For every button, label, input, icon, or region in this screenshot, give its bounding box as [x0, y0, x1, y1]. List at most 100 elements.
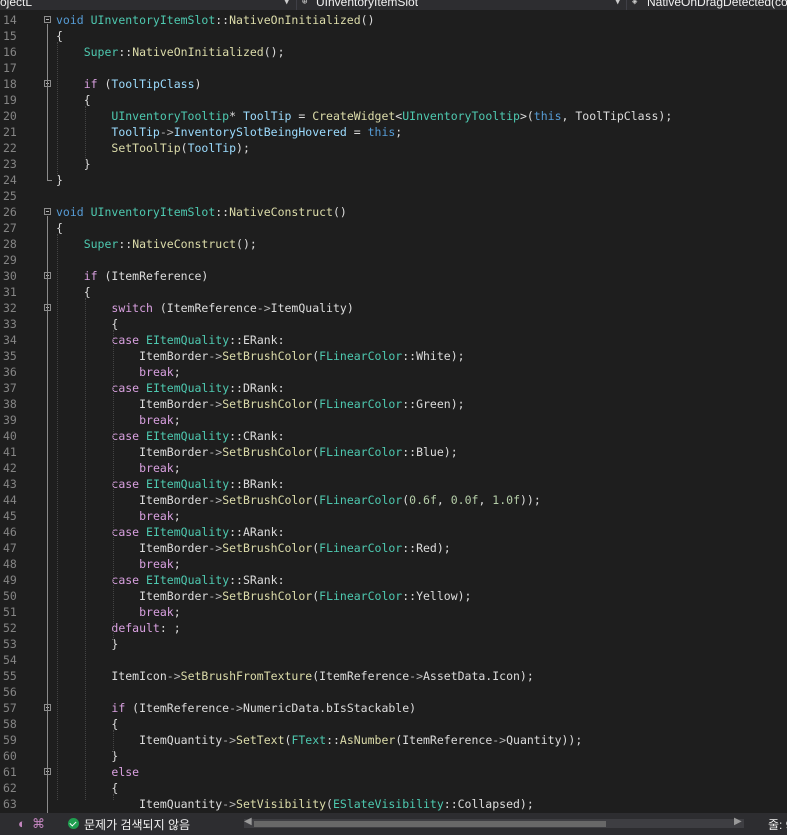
code-line[interactable]: 37 case EItemQuality::DRank:: [0, 380, 787, 396]
member-scope-dropdown[interactable]: NativeOnDragDetected(co: [647, 0, 787, 10]
code-line[interactable]: 21 ToolTip->InventorySlotBeingHovered = …: [0, 124, 787, 140]
code-line[interactable]: 49 case EItemQuality::SRank:: [0, 572, 787, 588]
code-line[interactable]: 47 ItemBorder->SetBrushColor(FLinearColo…: [0, 540, 787, 556]
line-number: 15: [3, 29, 17, 43]
chevron-down-icon[interactable]: ▼: [615, 0, 620, 7]
code-line[interactable]: 26 void UInventoryItemSlot::NativeConstru…: [0, 204, 787, 220]
code-line[interactable]: 25: [0, 188, 787, 204]
code-line[interactable]: 15{: [0, 28, 787, 44]
code-line[interactable]: 29: [0, 252, 787, 268]
code-line[interactable]: 63 ItemQuantity->SetVisibility(ESlateVis…: [0, 796, 787, 812]
code-text: ItemBorder->SetBrushColor(FLinearColor(0…: [56, 493, 541, 507]
code-line[interactable]: 20 UInventoryTooltip* ToolTip = CreateWi…: [0, 108, 787, 124]
git-icon[interactable]: ⌘: [32, 816, 45, 832]
code-line[interactable]: 35 ItemBorder->SetBrushColor(FLinearColo…: [0, 348, 787, 364]
scrollbar-thumb[interactable]: [254, 821, 606, 827]
code-line[interactable]: 55 ItemIcon->SetBrushFromTexture(ItemRef…: [0, 668, 787, 684]
code-line[interactable]: 57 if (ItemReference->NumericData.bIsSta…: [0, 700, 787, 716]
code-line[interactable]: 17: [0, 60, 787, 76]
code-line[interactable]: 31 {: [0, 284, 787, 300]
class-scope-dropdown[interactable]: UInventoryItemSlot: [316, 0, 418, 10]
issues-message[interactable]: 문제가 검색되지 않음: [84, 816, 190, 833]
code-line[interactable]: 48 break;: [0, 556, 787, 572]
code-text: case EItemQuality::ARank:: [111, 525, 285, 539]
code-line[interactable]: 36 break;: [0, 364, 787, 380]
indent-guide: [113, 730, 114, 752]
code-line[interactable]: 59 ItemQuantity->SetText(FText::AsNumber…: [0, 732, 787, 748]
code-text: ItemBorder->SetBrushColor(FLinearColor::…: [56, 397, 465, 411]
code-line[interactable]: 46 case EItemQuality::ARank:: [0, 524, 787, 540]
code-text: case EItemQuality::DRank:: [111, 381, 285, 395]
line-number: 50: [3, 589, 17, 603]
code-line[interactable]: 28 Super::NativeConstruct();: [0, 236, 787, 252]
line-number: 27: [3, 221, 17, 235]
scroll-left-arrow-icon[interactable]: ◀: [244, 816, 252, 827]
line-number: 35: [3, 349, 17, 363]
code-line[interactable]: 42 break;: [0, 460, 787, 476]
code-line[interactable]: 33 {: [0, 316, 787, 332]
code-text: if (ItemReference->NumericData.bIsStacka…: [111, 701, 417, 715]
code-line[interactable]: 39 break;: [0, 412, 787, 428]
code-line[interactable]: 38 ItemBorder->SetBrushColor(FLinearColo…: [0, 396, 787, 412]
code-line[interactable]: 14 void UInventoryItemSlot::NativeOnIniti…: [0, 12, 787, 28]
line-number: 54: [3, 653, 17, 667]
indent-guide: [85, 106, 86, 160]
code-line[interactable]: 54: [0, 652, 787, 668]
code-line[interactable]: 23 }: [0, 156, 787, 172]
code-text: void UInventoryItemSlot::NativeConstruct…: [56, 205, 347, 219]
intellicode-icon[interactable]: ◐: [18, 816, 26, 831]
chevron-down-icon[interactable]: ▼: [284, 0, 289, 7]
scroll-right-arrow-icon[interactable]: ▶: [734, 816, 742, 827]
code-text: ItemBorder->SetBrushColor(FLinearColor::…: [56, 349, 465, 363]
code-line[interactable]: 41 ItemBorder->SetBrushColor(FLinearColo…: [0, 444, 787, 460]
line-number: 52: [3, 621, 17, 635]
code-line[interactable]: 60 }: [0, 748, 787, 764]
code-text: default: ;: [111, 621, 181, 635]
code-text: break;: [139, 509, 181, 523]
code-line[interactable]: 56: [0, 684, 787, 700]
code-line[interactable]: 34 case EItemQuality::ERank:: [0, 332, 787, 348]
code-text: }: [56, 749, 119, 763]
line-number: 40: [3, 429, 17, 443]
code-text: case EItemQuality::CRank:: [111, 429, 285, 443]
code-line[interactable]: 58 {: [0, 716, 787, 732]
code-editor[interactable]: 14 void UInventoryItemSlot::NativeOnIniti…: [0, 10, 787, 813]
code-line[interactable]: 40 case EItemQuality::CRank:: [0, 428, 787, 444]
code-line[interactable]: 19 {: [0, 92, 787, 108]
code-text: case EItemQuality::BRank:: [111, 477, 285, 491]
code-text: break;: [139, 365, 181, 379]
code-line[interactable]: 30 if (ItemReference): [0, 268, 787, 284]
divider: [626, 0, 627, 10]
line-number: 49: [3, 573, 17, 587]
code-text: {: [56, 717, 119, 731]
code-line[interactable]: 18 if (ToolTipClass): [0, 76, 787, 92]
method-icon: ◈: [632, 0, 638, 7]
indent-guide: [57, 42, 58, 176]
line-number: 60: [3, 749, 17, 763]
code-text: }: [56, 637, 119, 651]
code-line[interactable]: 27{: [0, 220, 787, 236]
code-line[interactable]: 32 switch (ItemReference->ItemQuality): [0, 300, 787, 316]
line-number: 45: [3, 509, 17, 523]
code-line[interactable]: 24}: [0, 172, 787, 188]
code-line[interactable]: 51 break;: [0, 604, 787, 620]
code-text: UInventoryTooltip* ToolTip = CreateWidge…: [111, 109, 673, 123]
code-line[interactable]: 45 break;: [0, 508, 787, 524]
code-line[interactable]: 50 ItemBorder->SetBrushColor(FLinearColo…: [0, 588, 787, 604]
code-text: ItemBorder->SetBrushColor(FLinearColor::…: [56, 445, 458, 459]
code-line[interactable]: 16 Super::NativeOnInitialized();: [0, 44, 787, 60]
collapse-icon[interactable]: [44, 208, 51, 215]
code-line[interactable]: 43 case EItemQuality::BRank:: [0, 476, 787, 492]
project-dropdown[interactable]: ojectL: [0, 0, 32, 10]
line-number: 18: [3, 77, 17, 91]
code-line[interactable]: 62 {: [0, 780, 787, 796]
indent-guide: [85, 298, 86, 800]
code-line[interactable]: 22 SetToolTip(ToolTip);: [0, 140, 787, 156]
line-number: 62: [3, 781, 17, 795]
collapse-icon[interactable]: [44, 16, 51, 23]
code-line[interactable]: 44 ItemBorder->SetBrushColor(FLinearColo…: [0, 492, 787, 508]
class-icon: ⊕: [302, 0, 308, 7]
code-line[interactable]: 61 else: [0, 764, 787, 780]
code-line[interactable]: 53 }: [0, 636, 787, 652]
code-line[interactable]: 52 default: ;: [0, 620, 787, 636]
